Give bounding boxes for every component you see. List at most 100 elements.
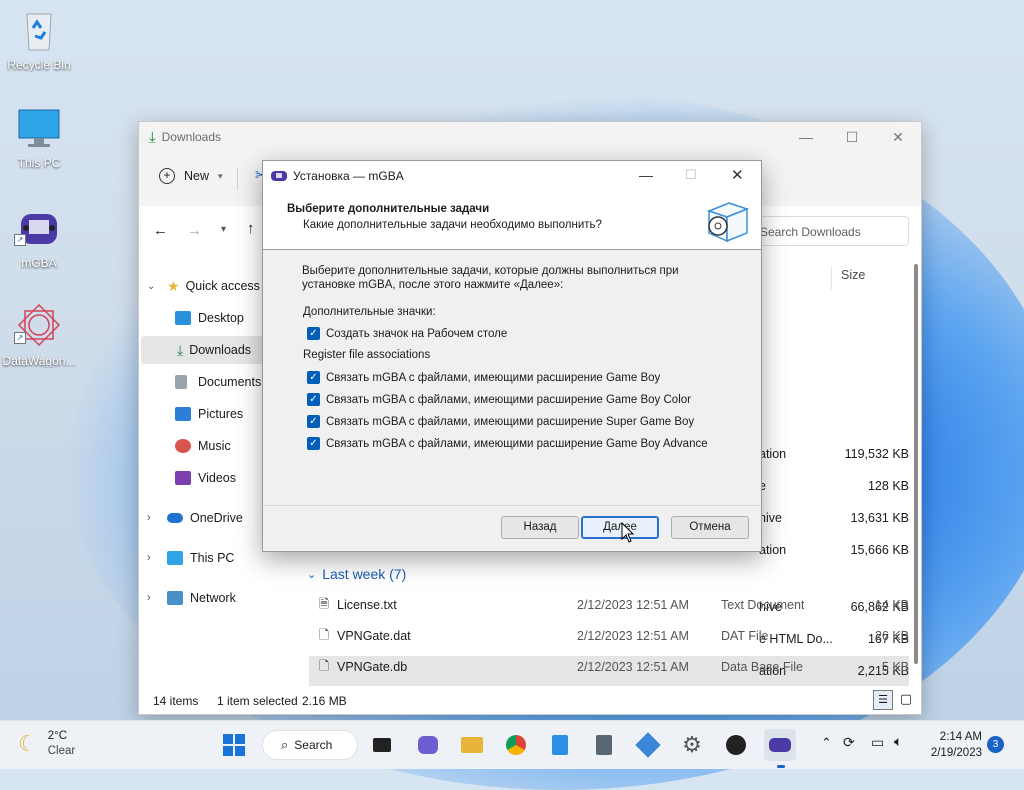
chevron-up-icon[interactable]: ⌃ xyxy=(821,735,832,751)
tiles-view-icon[interactable]: ▢ xyxy=(897,690,915,708)
nav-label: Quick access xyxy=(185,279,260,293)
weather-widget[interactable]: ☾ 2°C Clear xyxy=(18,729,75,759)
checkbox-assoc-gb[interactable]: ✓ Связать mGBA с файлами, имеющими расши… xyxy=(307,371,660,384)
file-date: 2/12/2023 12:51 AM xyxy=(577,660,689,674)
cancel-button[interactable]: Отмена xyxy=(671,516,749,539)
intro-text: Выберите дополнительные задачи, которые … xyxy=(302,264,679,292)
desktop-icon-this-pc[interactable]: This PC xyxy=(0,108,78,170)
file-type: DAT File xyxy=(721,629,769,643)
up-arrow-icon[interactable]: ↑ xyxy=(247,220,255,237)
next-button[interactable]: Далее xyxy=(581,516,659,539)
recent-chevron-icon[interactable]: ▾ xyxy=(221,224,226,235)
file-size: 15,666 KB xyxy=(850,543,909,557)
monitor-icon xyxy=(167,551,183,565)
file-size: 26 KB xyxy=(874,629,909,643)
mouse-cursor-icon xyxy=(621,522,635,543)
column-header-size[interactable]: Size xyxy=(841,268,865,282)
checkbox-assoc-sgb[interactable]: ✓ Связать mGBA с файлами, имеющими расши… xyxy=(307,415,694,428)
videos-icon xyxy=(175,471,191,485)
new-button[interactable]: + New ▾ xyxy=(159,168,223,184)
sync-icon[interactable]: ⟳ xyxy=(843,734,855,751)
details-view-icon[interactable]: ☰ xyxy=(873,690,893,710)
search-label: Search xyxy=(294,738,333,752)
close-button[interactable]: ✕ xyxy=(731,166,744,184)
download-arrow-icon: ⤓ xyxy=(177,341,184,358)
group-label: Last week (7) xyxy=(322,566,407,582)
checkbox-assoc-gba[interactable]: ✓ Связать mGBA с файлами, имеющими расши… xyxy=(307,437,708,450)
maximize-button[interactable]: ☐ xyxy=(829,122,875,152)
explorer-titlebar: ⤓ Downloads — ☐ ✕ xyxy=(139,122,921,152)
nav-label: Downloads xyxy=(189,343,252,357)
maximize-button[interactable]: ☐ xyxy=(685,167,697,183)
checkmark-icon: ✓ xyxy=(307,437,320,450)
task-view-icon[interactable] xyxy=(366,729,398,761)
file-type: Data Base File xyxy=(721,660,803,674)
desktop-icon-datawagon[interactable]: ↗ DataWagon... xyxy=(0,302,78,368)
obs-icon[interactable] xyxy=(720,729,752,761)
checkmark-icon: ✓ xyxy=(307,415,320,428)
group-label-assoc: Register file associations xyxy=(303,349,431,361)
clock[interactable]: 2:14 AM 2/19/2023 xyxy=(922,729,982,761)
settings-gear-icon[interactable]: ⚙ xyxy=(676,729,708,761)
minimize-button[interactable]: — xyxy=(783,122,829,152)
file-size: 119,532 KB xyxy=(844,447,909,461)
calculator-icon[interactable] xyxy=(588,729,620,761)
cubes-app-icon[interactable] xyxy=(632,729,664,761)
start-button[interactable] xyxy=(218,729,250,761)
back-button[interactable]: Назад xyxy=(501,516,579,539)
weather-temp: 2°C xyxy=(47,730,68,742)
notepad-icon[interactable] xyxy=(544,729,576,761)
back-arrow-icon[interactable]: ← xyxy=(153,222,168,239)
file-explorer-icon[interactable] xyxy=(456,729,488,761)
checkbox-label: Связать mGBA с файлами, имеющими расшире… xyxy=(326,415,695,428)
checkmark-icon: ✓ xyxy=(307,393,320,406)
search-input[interactable]: Search Downloads xyxy=(749,216,909,246)
minimize-button[interactable]: — xyxy=(639,167,653,183)
checkbox-desktop-icon[interactable]: ✓ Создать значок на Рабочем столе xyxy=(307,327,507,340)
star-icon: ★ xyxy=(167,277,180,294)
desktop-icon-label: mGBA xyxy=(21,256,57,270)
notification-badge[interactable]: 3 xyxy=(987,736,1004,753)
file-size: 14 KB xyxy=(874,598,909,612)
nav-network[interactable]: › Network xyxy=(147,584,305,612)
display-icon[interactable]: ▭ xyxy=(871,734,884,751)
table-row[interactable]: 🗋 VPNGate.dat 2/12/2023 12:51 AM DAT Fil… xyxy=(315,621,909,651)
search-placeholder: Search Downloads xyxy=(760,225,861,239)
chrome-icon[interactable] xyxy=(500,729,532,761)
desktop-icon-mgba[interactable]: ↗ mGBA xyxy=(0,208,78,270)
table-row[interactable]: 🗋 VPNGate.db 2/12/2023 12:51 AM Data Bas… xyxy=(315,652,909,682)
volume-icon[interactable]: 🔈︎ xyxy=(894,733,902,750)
chevron-right-icon: › xyxy=(147,552,151,564)
group-header-last-week[interactable]: ⌄ Last week (7) xyxy=(307,566,406,582)
nav-label: Pictures xyxy=(198,407,244,421)
file-type: ation xyxy=(759,447,787,461)
plus-circle-icon: + xyxy=(159,168,175,184)
mgba-taskbar-icon[interactable] xyxy=(764,729,796,761)
setup-dialog[interactable]: Установка — mGBA — ☐ ✕ Выберите дополнит… xyxy=(262,160,762,552)
nav-label: Videos xyxy=(198,471,236,485)
chat-icon[interactable] xyxy=(412,729,444,761)
nav-label: Music xyxy=(198,439,231,453)
dialog-footer: Назад Далее Отмена xyxy=(263,505,761,552)
network-icon xyxy=(167,591,183,605)
new-label: New xyxy=(184,169,210,183)
window-title: Downloads xyxy=(161,130,222,144)
dialog-titlebar: Установка — mGBA — ☐ ✕ xyxy=(263,161,761,191)
close-button[interactable]: ✕ xyxy=(875,122,921,152)
nav-label: OneDrive xyxy=(190,511,243,525)
checkbox-assoc-gbc[interactable]: ✓ Связать mGBA с файлами, имеющими расши… xyxy=(307,393,691,406)
desktop-icon-label: This PC xyxy=(17,156,61,170)
forward-arrow-icon[interactable]: → xyxy=(187,222,202,239)
dialog-subheading: Какие дополнительные задачи необходимо в… xyxy=(303,219,602,231)
taskbar-search[interactable]: ⌕ Search xyxy=(262,730,358,760)
last-week-files: 🗎 License.txt 2/12/2023 12:51 AM Text Do… xyxy=(315,590,909,686)
desktop-icon-label: DataWagon... xyxy=(2,354,76,368)
desktop-icon-recycle-bin[interactable]: Recycle Bin xyxy=(0,8,78,72)
vertical-scrollbar[interactable] xyxy=(913,254,919,686)
mgba-icon xyxy=(271,171,287,181)
clock-time: 2:14 AM xyxy=(939,731,982,743)
scrollbar-thumb[interactable] xyxy=(914,264,918,664)
pictures-icon xyxy=(175,407,191,421)
table-row[interactable]: 🗎 License.txt 2/12/2023 12:51 AM Text Do… xyxy=(315,590,909,620)
weather-desc: Clear xyxy=(47,745,76,757)
